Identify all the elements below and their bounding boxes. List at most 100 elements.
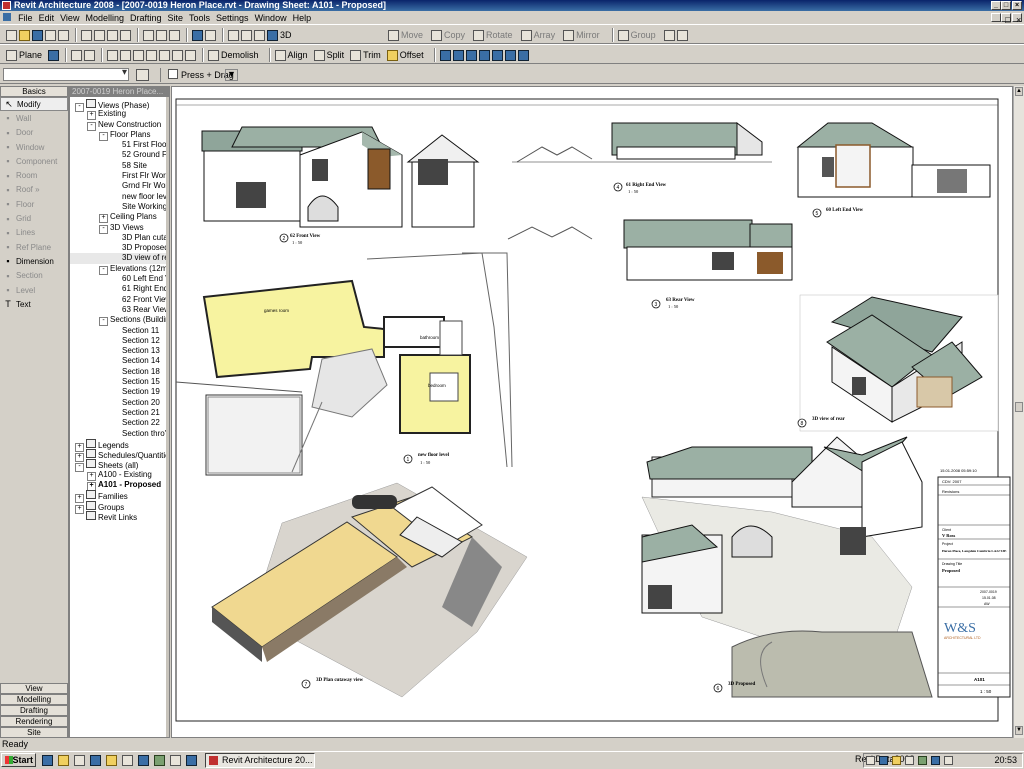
- browser-node[interactable]: + Ceiling Plans: [70, 212, 169, 224]
- taskbar-revit-button[interactable]: Revit Architecture 20...: [205, 753, 315, 768]
- design-item-component[interactable]: ▪ Component: [0, 154, 68, 168]
- design-item-dimension[interactable]: ▪ Dimension: [0, 254, 68, 268]
- browser-node[interactable]: - Sections (Building: [70, 315, 169, 327]
- offset-button[interactable]: Offset: [400, 50, 424, 60]
- browser-node[interactable]: Section 12: [70, 336, 169, 346]
- browser-node[interactable]: Section 20: [70, 398, 169, 408]
- canvas-vertical-scrollbar[interactable]: ▲ ▼: [1013, 86, 1024, 738]
- type-selector[interactable]: [3, 67, 129, 81]
- section-view-icon[interactable]: [254, 29, 265, 41]
- uncut-icon[interactable]: [185, 49, 197, 61]
- press-drag-option[interactable]: Press + Drag: [168, 69, 234, 80]
- browser-node[interactable]: Section 11: [70, 326, 169, 336]
- select-icon[interactable]: [192, 29, 203, 41]
- copy-icon[interactable]: [94, 29, 105, 41]
- tray-icon-4[interactable]: [905, 756, 914, 765]
- design-item-lines[interactable]: ▪ Lines: [0, 226, 68, 240]
- paste-icon[interactable]: [107, 29, 118, 41]
- design-item-room[interactable]: ▪ Room: [0, 168, 68, 182]
- paint-icon[interactable]: [120, 49, 132, 61]
- browser-node[interactable]: 61 Right End: [70, 284, 169, 294]
- eyedropper-icon[interactable]: [107, 49, 119, 61]
- browser-node[interactable]: + Families: [70, 490, 169, 504]
- quicklaunch-desktop-icon[interactable]: [74, 755, 85, 766]
- save-icon[interactable]: [32, 29, 43, 41]
- design-item-floor[interactable]: ▪ Floor: [0, 197, 68, 211]
- design-item-modify[interactable]: ↖ Modify: [0, 97, 68, 112]
- browser-node[interactable]: new floor leve: [70, 192, 169, 202]
- design-item-wall[interactable]: ▪ Wall: [0, 111, 68, 125]
- tray-icon-5[interactable]: [918, 756, 927, 765]
- doc-restore-icon[interactable]: □: [1001, 13, 1011, 25]
- tray-icon-1[interactable]: [866, 756, 875, 765]
- view-tile-icon[interactable]: [439, 49, 451, 61]
- maximize-icon[interactable]: □: [1001, 1, 1011, 10]
- browser-node[interactable]: Site Working: [70, 202, 169, 212]
- join-icon[interactable]: [146, 49, 158, 61]
- browser-node[interactable]: 3D Proposed: [70, 243, 169, 253]
- view-zoom-icon[interactable]: [504, 49, 516, 61]
- browser-node[interactable]: + A101 - Proposed: [70, 480, 169, 491]
- view-3d-icon[interactable]: [267, 29, 278, 41]
- filter-icon[interactable]: ▼: [225, 69, 238, 81]
- view-switch-icon[interactable]: [491, 49, 503, 61]
- scroll-thumb[interactable]: [1015, 402, 1023, 412]
- browser-node[interactable]: 62 Front View: [70, 295, 169, 305]
- view-zoom-fit-icon[interactable]: [517, 49, 529, 61]
- tray-icon-6[interactable]: [931, 756, 940, 765]
- browser-node[interactable]: First Flr Work: [70, 171, 169, 181]
- browser-node[interactable]: Section 14: [70, 356, 169, 366]
- demolish-button[interactable]: Demolish: [221, 50, 259, 60]
- move-button[interactable]: Move: [401, 30, 423, 40]
- design-item-roof[interactable]: ▪ Roof »: [0, 183, 68, 197]
- delete-icon[interactable]: [120, 29, 131, 41]
- cut-icon[interactable]: [81, 29, 92, 41]
- design-tab-basics[interactable]: Basics: [0, 86, 68, 97]
- doc-close-icon[interactable]: ×: [1012, 13, 1022, 25]
- unjoin-icon[interactable]: [159, 49, 171, 61]
- undo-icon[interactable]: [143, 29, 154, 41]
- elevation-icon[interactable]: [241, 29, 252, 41]
- design-tab-modelling[interactable]: Modelling: [0, 694, 68, 705]
- browser-node[interactable]: + Schedules/Quantities: [70, 449, 169, 463]
- close-icon[interactable]: ×: [1012, 1, 1022, 10]
- design-item-section[interactable]: ▪ Section: [0, 269, 68, 283]
- linework-icon[interactable]: [133, 49, 145, 61]
- browser-node[interactable]: + Groups: [70, 500, 169, 514]
- minimize-icon[interactable]: _: [991, 1, 1001, 10]
- press-drag-checkbox[interactable]: [168, 69, 178, 79]
- tray-icon-7[interactable]: [944, 756, 953, 765]
- cut-geometry-icon[interactable]: [172, 49, 184, 61]
- browser-node[interactable]: -3D Views: [70, 223, 169, 234]
- design-tab-drafting[interactable]: Drafting: [0, 705, 68, 716]
- quicklaunch-app2-icon[interactable]: [138, 755, 149, 766]
- quicklaunch-app4-icon[interactable]: [170, 755, 181, 766]
- design-item-ref-plane[interactable]: ▪ Ref Plane: [0, 240, 68, 254]
- properties-icon[interactable]: [136, 69, 149, 81]
- design-tab-view[interactable]: View: [0, 683, 68, 694]
- browser-node[interactable]: - Floor Plans: [70, 130, 169, 141]
- browser-node[interactable]: 3D view of rea: [70, 253, 169, 264]
- doc-icon[interactable]: [3, 13, 11, 21]
- browser-scrollbar[interactable]: [166, 97, 169, 737]
- check-icon[interactable]: [71, 49, 83, 61]
- quicklaunch-app5-icon[interactable]: [186, 755, 197, 766]
- grid-toggle-icon[interactable]: [48, 49, 60, 61]
- align-button[interactable]: Align: [288, 50, 308, 60]
- view-replicate-icon[interactable]: [478, 49, 490, 61]
- browser-node[interactable]: 52 Ground Flo: [70, 150, 169, 160]
- plane-button[interactable]: Plane: [19, 50, 42, 60]
- browser-node[interactable]: Section 22: [70, 418, 169, 428]
- tray-icon-2[interactable]: [879, 756, 888, 765]
- browser-node[interactable]: Section 19: [70, 387, 169, 397]
- browser-node[interactable]: Section 15: [70, 377, 169, 387]
- open-icon[interactable]: [19, 29, 30, 41]
- browser-node[interactable]: 60 Left End V: [70, 274, 169, 284]
- browser-node[interactable]: Section 13: [70, 346, 169, 356]
- design-item-text[interactable]: T Text: [0, 297, 68, 311]
- new-icon[interactable]: [6, 29, 17, 41]
- browser-node[interactable]: - Views (Phase): [70, 99, 169, 112]
- view-close-hidden-icon[interactable]: [465, 49, 477, 61]
- design-item-door[interactable]: ▪ Door: [0, 126, 68, 140]
- browser-node[interactable]: + Existing: [70, 109, 169, 121]
